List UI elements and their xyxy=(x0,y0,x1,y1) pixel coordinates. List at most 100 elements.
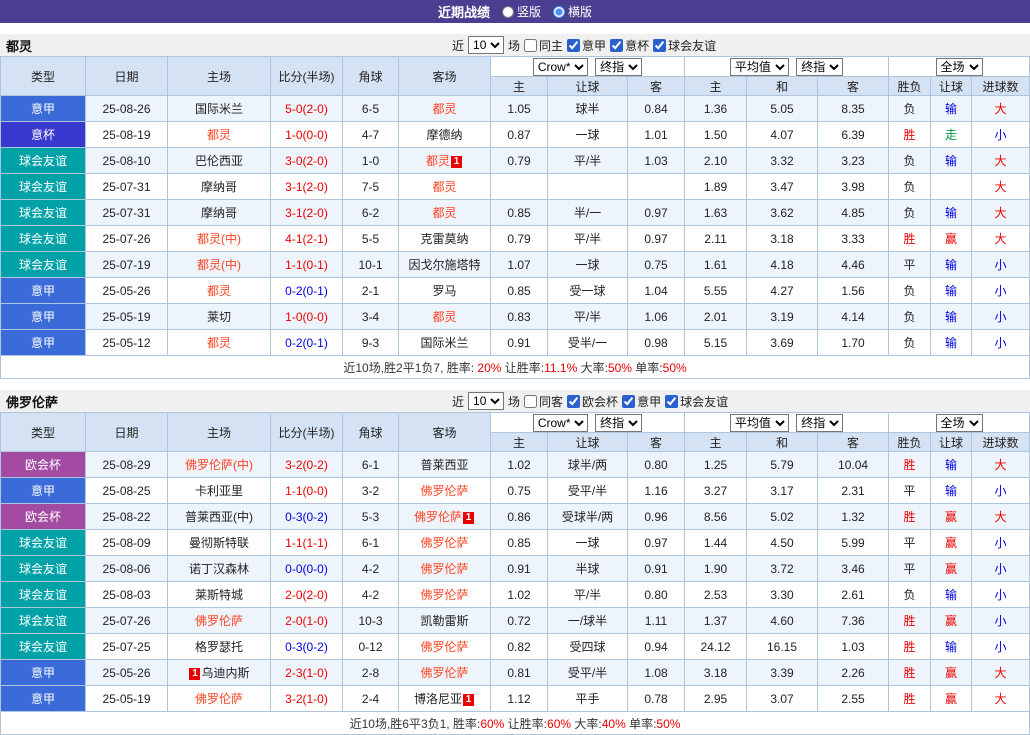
odds-handicap: 球半 xyxy=(548,96,628,122)
summary-text: 单率: xyxy=(629,717,656,731)
league-checkbox[interactable] xyxy=(665,395,678,408)
match-type-badge: 球会友谊 xyxy=(1,634,86,660)
league-filter-2[interactable]: 意甲 xyxy=(622,393,661,410)
league-checkbox[interactable] xyxy=(610,39,623,52)
odds-company-select[interactable]: Crow* xyxy=(533,58,588,76)
same-venue-checkbox[interactable] xyxy=(524,39,537,52)
avg-home: 1.89 xyxy=(685,174,747,200)
home-team-label: 卡利亚里 xyxy=(195,484,243,498)
home-team: 都灵 xyxy=(168,330,271,356)
league-checkbox[interactable] xyxy=(567,395,580,408)
avg-draw: 4.50 xyxy=(747,530,818,556)
away-team-label: 因戈尔施塔特 xyxy=(408,258,480,272)
match-type-badge: 意甲 xyxy=(1,278,86,304)
league-filter-1[interactable]: 欧会杯 xyxy=(567,393,618,410)
header-odds-home: 主 xyxy=(491,77,548,96)
avg-period-select[interactable]: 终指 xyxy=(796,58,843,76)
odds-period-select[interactable]: 终指 xyxy=(595,414,642,432)
match-row: 球会友谊25-07-19都灵(中)1-1(0-1)10-1因戈尔施塔特1.07一… xyxy=(1,252,1030,278)
header-odds-handicap: 让球 xyxy=(548,77,628,96)
header-result-goals: 进球数 xyxy=(972,433,1030,452)
odds-away: 0.94 xyxy=(628,634,685,660)
away-team: 都灵 xyxy=(399,96,491,122)
avg-period-select[interactable]: 终指 xyxy=(796,414,843,432)
league-filter-3[interactable]: 球会友谊 xyxy=(653,37,716,54)
away-team-label: 都灵 xyxy=(432,206,456,220)
league-filter-3[interactable]: 球会友谊 xyxy=(665,393,728,410)
avg-draw: 5.79 xyxy=(747,452,818,478)
match-row: 意甲25-05-26都灵0-2(0-1)2-1罗马0.85受一球1.045.55… xyxy=(1,278,1030,304)
match-type-badge: 球会友谊 xyxy=(1,174,86,200)
odds-company-select[interactable]: Crow* xyxy=(533,414,588,432)
result-handicap: 输 xyxy=(931,278,972,304)
result-handicap: 输 xyxy=(931,148,972,174)
avg-draw: 3.62 xyxy=(747,200,818,226)
avg-away: 8.35 xyxy=(818,96,889,122)
layout-radio-horizontal[interactable]: 横版 xyxy=(553,3,592,20)
league-filter-1[interactable]: 意甲 xyxy=(567,37,606,54)
odds-away: 1.08 xyxy=(628,660,685,686)
league-label: 意甲 xyxy=(582,37,606,54)
match-score: 3-1(2-0) xyxy=(271,200,343,226)
result-handicap: 输 xyxy=(931,634,972,660)
league-filter-2[interactable]: 意杯 xyxy=(610,37,649,54)
summary-value: 11.1% xyxy=(544,361,580,375)
away-team: 凯勒雷斯 xyxy=(399,608,491,634)
header-home: 主场 xyxy=(168,413,271,452)
home-team: 佛罗伦萨 xyxy=(168,608,271,634)
result-outcome: 胜 xyxy=(889,686,931,712)
away-team-label: 佛罗伦萨 xyxy=(420,588,468,602)
scope-select[interactable]: 全场 xyxy=(936,58,983,76)
header-odds-home: 主 xyxy=(491,433,548,452)
home-team-label: 国际米兰 xyxy=(195,102,243,116)
match-date: 25-05-26 xyxy=(86,660,168,686)
home-team: 1乌迪内斯 xyxy=(168,660,271,686)
away-team-label: 都灵 xyxy=(432,310,456,324)
avg-away: 3.23 xyxy=(818,148,889,174)
same-venue-label: 同主 xyxy=(539,37,563,54)
vertical-radio-input[interactable] xyxy=(502,6,514,18)
match-row: 球会友谊25-07-31摩纳哥3-1(2-0)7-5都灵1.893.473.98… xyxy=(1,174,1030,200)
same-venue-filter[interactable]: 同主 xyxy=(524,37,563,54)
away-team-label: 都灵 xyxy=(426,154,450,168)
league-checkbox[interactable] xyxy=(567,39,580,52)
avg-home: 1.50 xyxy=(685,122,747,148)
avg-draw: 3.19 xyxy=(747,304,818,330)
avg-away: 1.56 xyxy=(818,278,889,304)
result-goals: 大 xyxy=(972,452,1030,478)
same-venue-checkbox[interactable] xyxy=(524,395,537,408)
odds-handicap: 球半/两 xyxy=(548,452,628,478)
header-type: 类型 xyxy=(1,57,86,96)
scope-select[interactable]: 全场 xyxy=(936,414,983,432)
same-venue-label: 同客 xyxy=(539,393,563,410)
same-venue-filter[interactable]: 同客 xyxy=(524,393,563,410)
avg-home: 2.10 xyxy=(685,148,747,174)
away-team: 佛罗伦萨 xyxy=(399,530,491,556)
avg-company-select[interactable]: 平均值 xyxy=(730,58,789,76)
horizontal-radio-input[interactable] xyxy=(553,6,565,18)
match-date: 25-08-09 xyxy=(86,530,168,556)
league-checkbox[interactable] xyxy=(622,395,635,408)
odds-home: 0.82 xyxy=(491,634,548,660)
result-goals: 大 xyxy=(972,200,1030,226)
odds-period-select[interactable]: 终指 xyxy=(595,58,642,76)
league-checkbox[interactable] xyxy=(653,39,666,52)
result-handicap: 赢 xyxy=(931,556,972,582)
avg-home: 1.90 xyxy=(685,556,747,582)
match-date: 25-08-19 xyxy=(86,122,168,148)
match-count-select[interactable]: 10 xyxy=(468,392,504,410)
avg-company-select[interactable]: 平均值 xyxy=(730,414,789,432)
avg-draw: 5.02 xyxy=(747,504,818,530)
avg-home: 3.27 xyxy=(685,478,747,504)
match-type-badge: 球会友谊 xyxy=(1,226,86,252)
home-team: 佛罗伦萨 xyxy=(168,686,271,712)
result-outcome: 负 xyxy=(889,96,931,122)
result-handicap: 输 xyxy=(931,330,972,356)
summary-value: 20% xyxy=(477,361,504,375)
match-date: 25-07-25 xyxy=(86,634,168,660)
avg-away: 5.99 xyxy=(818,530,889,556)
layout-radio-vertical[interactable]: 竖版 xyxy=(502,3,541,20)
match-count-select[interactable]: 10 xyxy=(468,36,504,54)
match-score: 0-0(0-0) xyxy=(271,556,343,582)
result-handicap: 赢 xyxy=(931,686,972,712)
